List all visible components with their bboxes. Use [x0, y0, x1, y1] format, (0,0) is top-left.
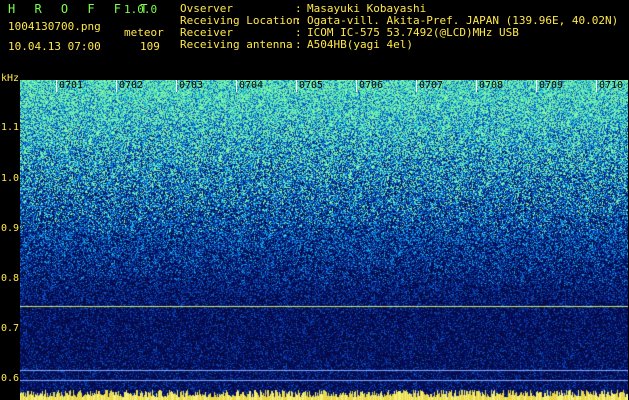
y-tick-label: 1.0: [1, 173, 20, 184]
meteor-count: 109: [140, 40, 160, 53]
station-info: Ovserver : Masayuki Kobayashi Receiving …: [180, 3, 618, 51]
x-tick-label: 0706: [359, 80, 384, 91]
y-tick-label: 0.7: [1, 323, 20, 334]
x-tick-label: 0709: [539, 80, 564, 91]
info-row-antenna: Receiving antenna : A504HB(yagi 4el): [180, 39, 618, 51]
y-tick-label: 0.8: [1, 273, 20, 284]
info-key: Receiving antenna: [180, 38, 293, 51]
x-tick-label: 0703: [179, 80, 204, 91]
x-tick-label: 0701: [59, 80, 84, 91]
x-tick-label: 0704: [239, 80, 264, 91]
y-tick-label: 0.9: [1, 223, 20, 234]
y-tick-label: 1.1: [1, 122, 20, 133]
spectrogram-plot: [20, 80, 628, 400]
x-tick-label: 0702: [119, 80, 144, 91]
x-tick-label: 0708: [479, 80, 504, 91]
x-tick-label: 0710: [599, 80, 624, 91]
x-tick-label: 0705: [299, 80, 324, 91]
file-name: 1004130700.png: [8, 20, 101, 33]
info-separator: :: [295, 38, 302, 51]
meteor-label: meteor: [124, 26, 164, 39]
date-time: 10.04.13 07:00: [8, 40, 101, 53]
y-axis-unit: kHz: [1, 73, 20, 84]
app-version: 1.0.0: [124, 3, 158, 16]
info-value: A504HB(yagi 4el): [307, 38, 413, 51]
y-tick-label: 0.6: [1, 373, 20, 384]
x-tick-label: 0707: [419, 80, 444, 91]
